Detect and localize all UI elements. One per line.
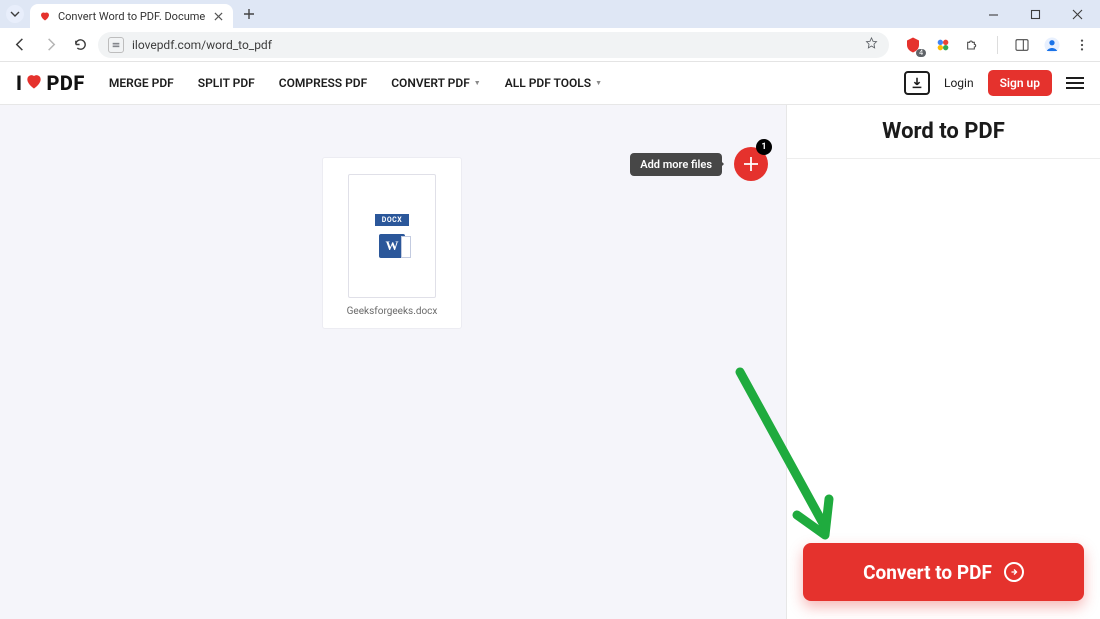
download-icon xyxy=(910,76,924,90)
arrow-right-circle-icon xyxy=(1004,562,1024,582)
nav-merge-pdf[interactable]: MERGE PDF xyxy=(109,76,174,90)
add-more-files-tooltip: Add more files xyxy=(630,153,722,176)
browser-toolbar: ilovepdf.com/word_to_pdf 4 xyxy=(0,28,1100,62)
separator xyxy=(997,36,998,54)
arrow-left-icon xyxy=(13,37,28,52)
docx-badge: DOCX xyxy=(375,214,409,226)
convert-button-label: Convert to PDF xyxy=(863,561,992,584)
right-panel: Word to PDF Convert to PDF xyxy=(786,105,1100,619)
star-icon xyxy=(864,36,879,51)
caret-down-icon: ▼ xyxy=(595,79,602,87)
tab-search-button[interactable] xyxy=(6,5,24,23)
forward-button[interactable] xyxy=(38,33,62,57)
panel-icon xyxy=(1014,37,1030,53)
extensions-button[interactable] xyxy=(963,35,983,55)
logo-letters-pdf: PDF xyxy=(46,71,84,95)
tab-favicon-heart-icon xyxy=(38,9,52,23)
file-thumbnail: DOCX W xyxy=(348,174,436,298)
plus-icon xyxy=(243,8,255,20)
browser-tab[interactable]: Convert Word to PDF. Docume xyxy=(30,4,233,28)
caret-down-icon: ▼ xyxy=(474,79,481,87)
extension-adblock-icon[interactable]: 4 xyxy=(903,35,923,55)
logo-letter-i: I xyxy=(16,71,22,95)
file-count-badge: 1 xyxy=(756,139,772,155)
close-icon xyxy=(214,12,223,21)
nav-split-pdf[interactable]: SPLIT PDF xyxy=(198,76,255,90)
panel-title: Word to PDF xyxy=(787,105,1100,159)
signup-button[interactable]: Sign up xyxy=(988,70,1052,96)
minimize-icon xyxy=(988,9,999,20)
profile-button[interactable] xyxy=(1042,35,1062,55)
nav-convert-pdf[interactable]: CONVERT PDF▼ xyxy=(391,76,481,90)
window-close-button[interactable] xyxy=(1060,2,1094,26)
extension-lens-icon[interactable] xyxy=(933,35,953,55)
arrow-right-icon xyxy=(43,37,58,52)
plus-icon xyxy=(742,155,760,173)
kebab-icon xyxy=(1075,38,1089,52)
workspace: DOCX W Geeksforgeeks.docx Add more files… xyxy=(0,105,1100,619)
desktop-app-button[interactable] xyxy=(904,71,930,95)
nav-all-pdf-tools[interactable]: ALL PDF TOOLS▼ xyxy=(505,76,602,90)
maximize-icon xyxy=(1030,9,1041,20)
file-card[interactable]: DOCX W Geeksforgeeks.docx xyxy=(322,157,462,329)
add-more-files-wrap: Add more files 1 xyxy=(630,147,768,181)
menu-button[interactable] xyxy=(1066,77,1084,89)
extension-badge: 4 xyxy=(916,49,926,57)
new-tab-button[interactable] xyxy=(237,2,261,26)
tab-close-button[interactable] xyxy=(211,9,225,23)
file-canvas[interactable]: DOCX W Geeksforgeeks.docx Add more files… xyxy=(0,105,786,619)
extension-icons: 4 xyxy=(895,35,1092,55)
reload-button[interactable] xyxy=(68,33,92,57)
chevron-down-icon xyxy=(10,9,20,19)
panel-body xyxy=(787,159,1100,543)
address-bar[interactable]: ilovepdf.com/word_to_pdf xyxy=(98,32,889,58)
url-text: ilovepdf.com/word_to_pdf xyxy=(132,38,272,52)
nav-compress-pdf[interactable]: COMPRESS PDF xyxy=(279,76,367,90)
header-right: Login Sign up xyxy=(904,70,1084,96)
puzzle-icon xyxy=(965,37,981,53)
login-link[interactable]: Login xyxy=(944,76,974,90)
convert-button[interactable]: Convert to PDF xyxy=(803,543,1084,601)
bookmark-button[interactable] xyxy=(864,36,879,54)
back-button[interactable] xyxy=(8,33,32,57)
window-controls xyxy=(976,2,1094,26)
add-more-files-button[interactable]: 1 xyxy=(734,147,768,181)
heart-icon xyxy=(24,71,44,96)
site-logo[interactable]: I PDF xyxy=(16,71,85,96)
user-icon xyxy=(1043,36,1061,54)
reload-icon xyxy=(73,37,88,52)
window-minimize-button[interactable] xyxy=(976,2,1010,26)
word-icon: W xyxy=(379,234,405,258)
side-panel-button[interactable] xyxy=(1012,35,1032,55)
file-name: Geeksforgeeks.docx xyxy=(347,306,438,317)
tab-title: Convert Word to PDF. Docume xyxy=(58,10,205,23)
site-header: I PDF MERGE PDF SPLIT PDF COMPRESS PDF C… xyxy=(0,62,1100,105)
site-info-icon[interactable] xyxy=(108,37,124,53)
browser-title-bar: Convert Word to PDF. Docume xyxy=(0,0,1100,28)
chrome-menu-button[interactable] xyxy=(1072,35,1092,55)
window-maximize-button[interactable] xyxy=(1018,2,1052,26)
close-icon xyxy=(1072,9,1083,20)
